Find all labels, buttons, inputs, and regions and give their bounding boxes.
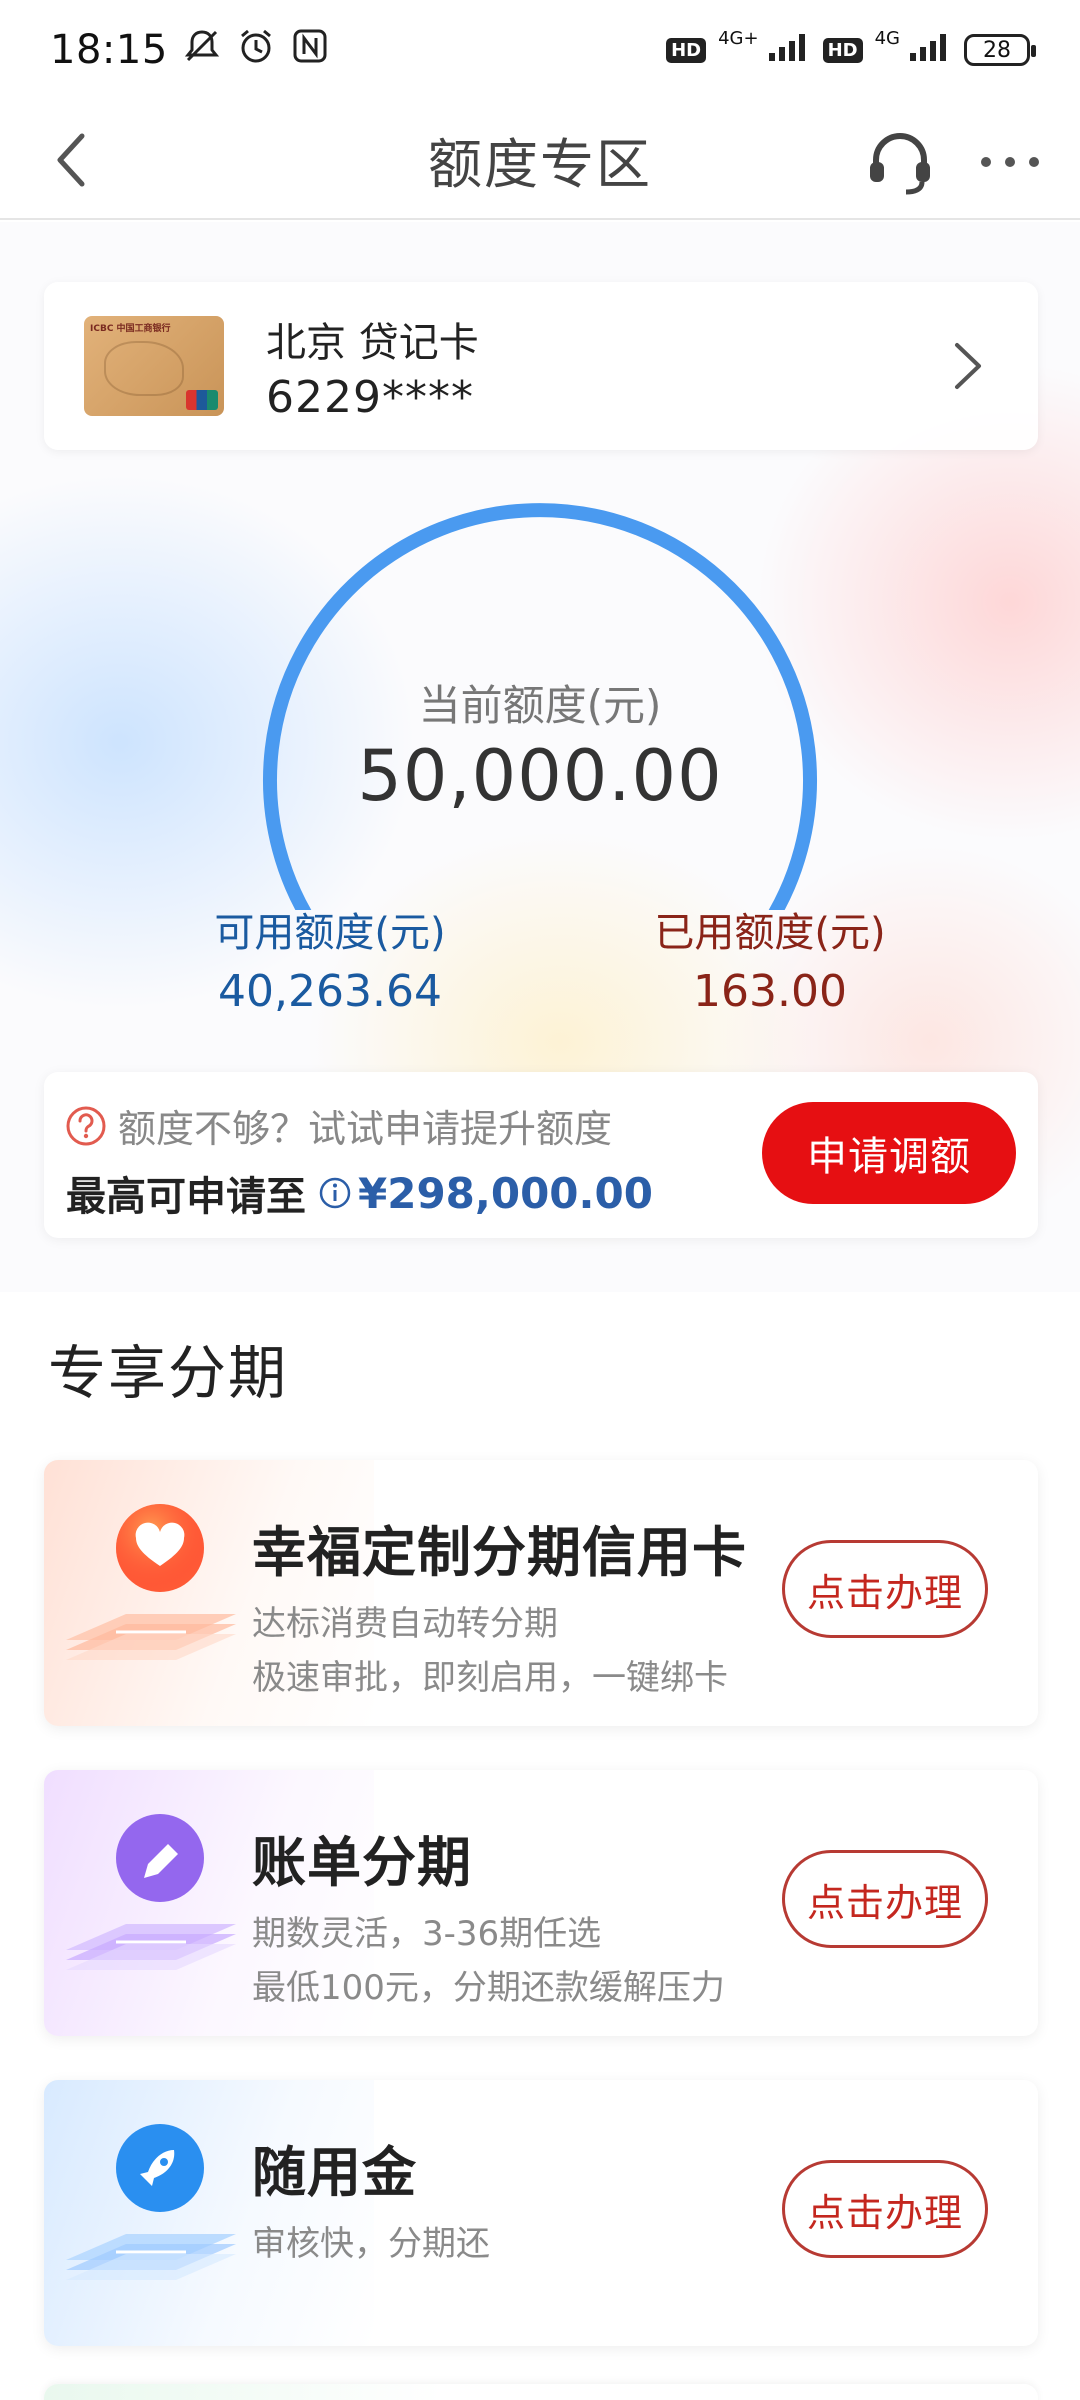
chevron-left-icon (57, 133, 85, 187)
card-name: 北京 贷记卡 (266, 319, 479, 366)
network-type-1: 4G+ (718, 27, 759, 49)
available-limit: 可用额度(元) 40,263.64 (200, 900, 460, 1017)
product-card-bill-installment[interactable]: 账单分期 期数灵活，3-36期任选 最低100元，分期还款缓解压力 点击办理 (44, 1770, 1038, 2036)
next-product-card-peek (44, 2384, 1038, 2400)
page-title: 额度专区 (428, 132, 652, 196)
customer-service-button[interactable] (860, 122, 940, 202)
nfc-icon (290, 26, 330, 75)
apply-button[interactable]: 点击办理 (782, 2160, 988, 2258)
pencil-icon (66, 1814, 236, 1970)
limit-increase-panel: 额度不够？试试申请提升额度 最高可申请至 ¥298,000.00 申请调额 (44, 1072, 1038, 1238)
heart-icon (66, 1504, 236, 1660)
card-thumbnail: ICBC 中国工商银行 (84, 316, 224, 416)
alarm-icon (236, 26, 276, 75)
product-card-flex-cash[interactable]: 随用金 审核快，分期还 点击办理 (44, 2080, 1038, 2346)
more-dots-icon (981, 157, 1039, 167)
chevron-right-icon (938, 336, 998, 396)
section-title: 专享分期 (48, 1339, 289, 1407)
product-card-happy-installment[interactable]: 幸福定制分期信用卡 达标消费自动转分期 极速审批，即刻启用，一键绑卡 点击办理 (44, 1460, 1038, 1726)
apply-limit-increase-button[interactable]: 申请调额 (762, 1102, 1016, 1204)
signal-icon (767, 28, 811, 72)
apply-button[interactable]: 点击办理 (782, 1540, 988, 1638)
product-title: 随用金 (252, 2141, 417, 2204)
used-limit-label: 已用额度(元) (654, 910, 886, 956)
max-apply-label: 最高可申请至 (66, 1174, 306, 1220)
limit-question-text: 额度不够？试试申请提升额度 (118, 1107, 613, 1151)
hd-badge: HD (666, 37, 707, 63)
more-button[interactable] (970, 122, 1050, 202)
available-limit-value: 40,263.64 (218, 966, 442, 1017)
product-desc-1: 达标消费自动转分期 (252, 1604, 558, 1644)
current-limit-value: 50,000.00 (357, 735, 723, 817)
mute-bell-icon (182, 26, 222, 75)
status-bar: 18:15 HD 4G+ HD 4G 28 (0, 0, 1080, 100)
used-limit: 已用额度(元) 163.00 (640, 900, 900, 1017)
network-type-2: 4G (874, 27, 900, 49)
signal-icon-2 (908, 28, 952, 72)
bank-logo: ICBC 中国工商银行 (90, 324, 171, 334)
back-button[interactable] (36, 124, 108, 196)
status-time: 18:15 (50, 27, 168, 73)
product-title: 账单分期 (252, 1831, 472, 1894)
card-selector[interactable]: ICBC 中国工商银行 北京 贷记卡 6229**** (44, 282, 1038, 450)
hd-badge-2: HD (822, 37, 863, 63)
apply-button[interactable]: 点击办理 (782, 1850, 988, 1948)
question-icon (64, 1104, 108, 1148)
card-map-pattern (104, 341, 184, 396)
product-title: 幸福定制分期信用卡 (252, 1521, 747, 1584)
product-desc-2: 最低100元，分期还款缓解压力 (252, 1968, 725, 2008)
battery-level: 28 (983, 37, 1011, 63)
headset-icon (870, 133, 930, 195)
info-icon[interactable] (316, 1174, 354, 1212)
max-apply-amount: ¥298,000.00 (358, 1168, 653, 1218)
product-desc-2: 极速审批，即刻启用，一键绑卡 (252, 1658, 728, 1698)
product-desc-1: 审核快，分期还 (252, 2224, 490, 2264)
current-limit-label: 当前额度(元) (418, 681, 662, 730)
used-limit-value: 163.00 (693, 966, 847, 1017)
card-number: 6229**** (266, 371, 474, 423)
rocket-icon (66, 2124, 236, 2280)
product-desc-1: 期数灵活，3-36期任选 (252, 1914, 602, 1954)
available-limit-label: 可用额度(元) (214, 910, 446, 956)
unionpay-logo (186, 390, 218, 410)
battery-icon: 28 (964, 34, 1036, 66)
nav-bar: 额度专区 (0, 100, 1080, 220)
